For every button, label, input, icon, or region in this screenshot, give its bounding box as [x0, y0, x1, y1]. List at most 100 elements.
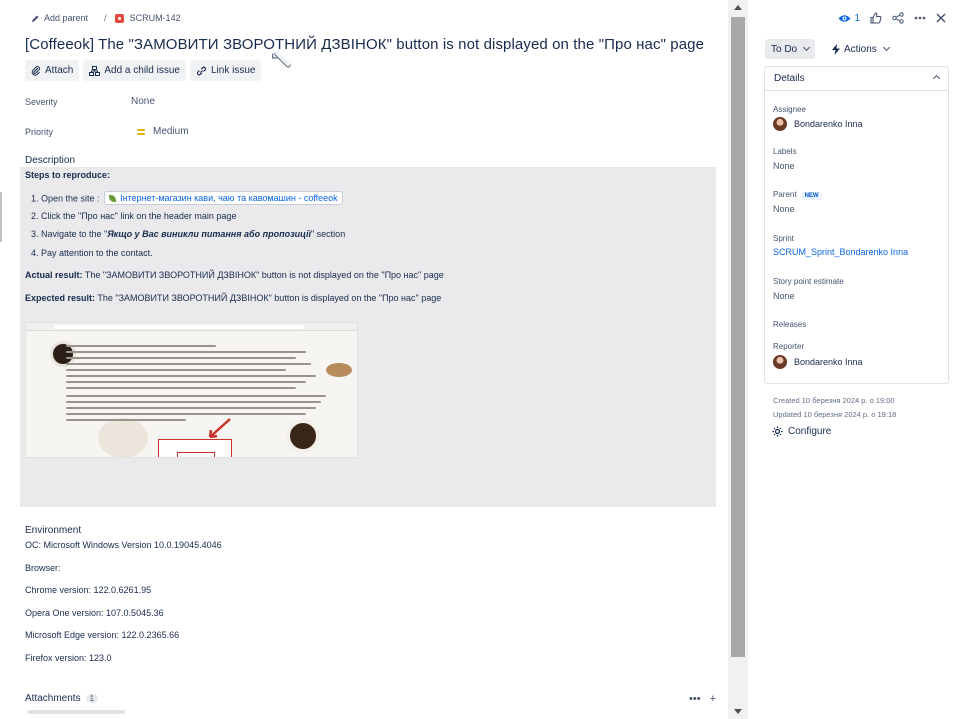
labels-value[interactable]: None: [773, 161, 795, 171]
add-child-label: Add a child issue: [104, 65, 180, 76]
issue-toolbar: Attach Add a child issue Link issue: [25, 50, 293, 81]
issue-sidebar: 1 To Do Actions Details Assignee Bondare…: [748, 0, 964, 719]
hierarchy-icon: [89, 65, 101, 76]
description-label: Description: [25, 155, 76, 166]
more-actions-dropdown[interactable]: [272, 50, 293, 69]
priority-value[interactable]: Medium: [153, 126, 189, 137]
add-parent-link[interactable]: Add parent: [44, 13, 88, 23]
env-edge: Microsoft Edge version: 122.0.2365.66: [25, 630, 180, 640]
releases-label: Releases: [773, 320, 807, 329]
plus-icon[interactable]: +: [710, 693, 716, 705]
watch-count: 1: [854, 12, 860, 24]
labels-label: Labels: [773, 147, 797, 156]
issue-title[interactable]: [Coffeeok] The "ЗАМОВИТИ ЗВОРОТНИЙ ДЗВІН…: [25, 36, 704, 53]
link-icon: [196, 66, 206, 75]
attach-button[interactable]: Attach: [25, 60, 80, 81]
steps-heading: Steps to reproduce:: [25, 170, 111, 180]
main-scrollbar[interactable]: [728, 0, 748, 719]
attachments-header: Attachments 1: [25, 693, 99, 704]
env-firefox: Firefox version: 123.0: [25, 653, 112, 663]
env-chrome: Chrome version: 122.0.6261.95: [25, 585, 152, 595]
link-issue-button[interactable]: Link issue: [189, 60, 262, 81]
assignee-field[interactable]: Bondarenko Inna: [773, 117, 863, 131]
status-label: To Do: [771, 43, 798, 55]
avatar: [773, 355, 787, 369]
issue-header-actions: 1: [838, 12, 946, 24]
scroll-thumb[interactable]: [731, 17, 745, 657]
attachments-count: 1: [85, 694, 99, 703]
highlighted-contact-area: [158, 439, 232, 457]
actual-result: Actual result: The "ЗАМОВИТИ ЗВОРОТНИЙ Д…: [25, 270, 444, 280]
assignee-label: Assignee: [773, 105, 806, 114]
priority-medium-icon: [137, 129, 145, 135]
sprint-label: Sprint: [773, 234, 794, 243]
avatar: [773, 117, 787, 131]
eye-icon: [838, 14, 851, 22]
sprint-link[interactable]: SCRUM_Sprint_Bondarenko Inna: [773, 247, 908, 257]
coffeeok-smart-link[interactable]: Інтернет-магазин кави, чаю та кавомашин …: [104, 191, 343, 205]
chevron-down-icon: [803, 43, 811, 52]
status-dropdown[interactable]: To Do: [765, 39, 816, 59]
assignee-name: Bondarenko Inna: [794, 119, 863, 129]
configure-label: Configure: [788, 426, 832, 437]
coffee-cup-image: [286, 419, 320, 453]
details-title: Details: [774, 73, 805, 84]
updated-date: Updated 10 березня 2024 р. о 19:18: [773, 410, 897, 419]
share-icon[interactable]: [892, 12, 904, 24]
story-points-label: Story point estimate: [773, 277, 844, 286]
pencil-icon: [31, 14, 40, 23]
attachment-thumbnail[interactable]: [28, 710, 125, 714]
env-browser: Browser:: [25, 563, 61, 573]
issue-key-link[interactable]: SCRUM-142: [130, 13, 181, 23]
scroll-up-icon[interactable]: [734, 5, 742, 10]
step-3: 3. Navigate to the "Якщо у Вас виникли п…: [31, 229, 346, 239]
watch-button[interactable]: 1: [838, 13, 860, 24]
more-options-icon[interactable]: [914, 16, 926, 20]
reporter-field[interactable]: Bondarenko Inna: [773, 355, 863, 369]
coffee-bag-image: [98, 418, 148, 457]
parent-value[interactable]: None: [773, 204, 795, 214]
issue-main: Add parent / SCRUM-142 [Coffeeok] The "З…: [0, 0, 728, 719]
actions-dropdown[interactable]: Actions: [828, 39, 893, 59]
screenshot-attachment-preview[interactable]: [25, 322, 358, 458]
reporter-name: Bondarenko Inna: [794, 357, 863, 367]
attachments-label: Attachments: [25, 693, 81, 704]
expected-result: Expected result: The "ЗАМОВИТИ ЗВОРОТНИЙ…: [25, 293, 442, 303]
add-child-issue-button[interactable]: Add a child issue: [83, 60, 186, 81]
chevron-down-icon: [272, 53, 278, 59]
reporter-label: Reporter: [773, 342, 805, 351]
more-icon[interactable]: •••: [689, 693, 701, 705]
step-2: 2. Click the "Про нас" link on the heade…: [31, 211, 237, 221]
new-badge: NEW: [801, 192, 822, 200]
created-date: Created 10 березня 2024 р. о 19:00: [773, 396, 895, 405]
step-4: 4. Pay attention to the contact.: [31, 248, 153, 258]
scroll-down-icon[interactable]: [734, 709, 742, 714]
attach-label: Attach: [45, 65, 74, 76]
chevron-down-icon: [882, 43, 890, 52]
thumbs-up-icon[interactable]: [870, 12, 882, 24]
priority-label: Priority: [25, 127, 54, 137]
gear-icon: [772, 426, 783, 437]
bug-icon: [114, 13, 124, 23]
step-1: 1. Open the site : Інтернет-магазин кави…: [31, 191, 343, 205]
details-header[interactable]: Details: [765, 67, 948, 91]
chevron-up-icon: [932, 74, 941, 83]
env-os: ОС: Microsoft Windows Version 10.0.19045…: [25, 540, 222, 550]
details-panel: Details Assignee Bondarenko Inna Labels …: [764, 66, 949, 384]
paperclip-icon: [31, 65, 40, 76]
attachments-actions: ••• +: [689, 693, 716, 705]
breadcrumb-separator: /: [104, 13, 107, 23]
severity-value[interactable]: None: [131, 96, 155, 107]
story-points-value[interactable]: None: [773, 291, 795, 301]
coffee-beans-image: [326, 363, 352, 377]
close-icon[interactable]: [936, 13, 946, 23]
link-issue-label: Link issue: [210, 65, 256, 76]
red-arrow-icon: [208, 418, 231, 439]
environment-label: Environment: [25, 525, 82, 536]
severity-label: Severity: [25, 97, 58, 107]
parent-label: Parent NEW: [773, 190, 822, 200]
description-body[interactable]: Steps to reproduce: 1. Open the site : І…: [20, 167, 716, 507]
resize-edge[interactable]: [0, 192, 2, 242]
configure-button[interactable]: Configure: [772, 426, 831, 437]
browser-bar: [26, 323, 357, 331]
